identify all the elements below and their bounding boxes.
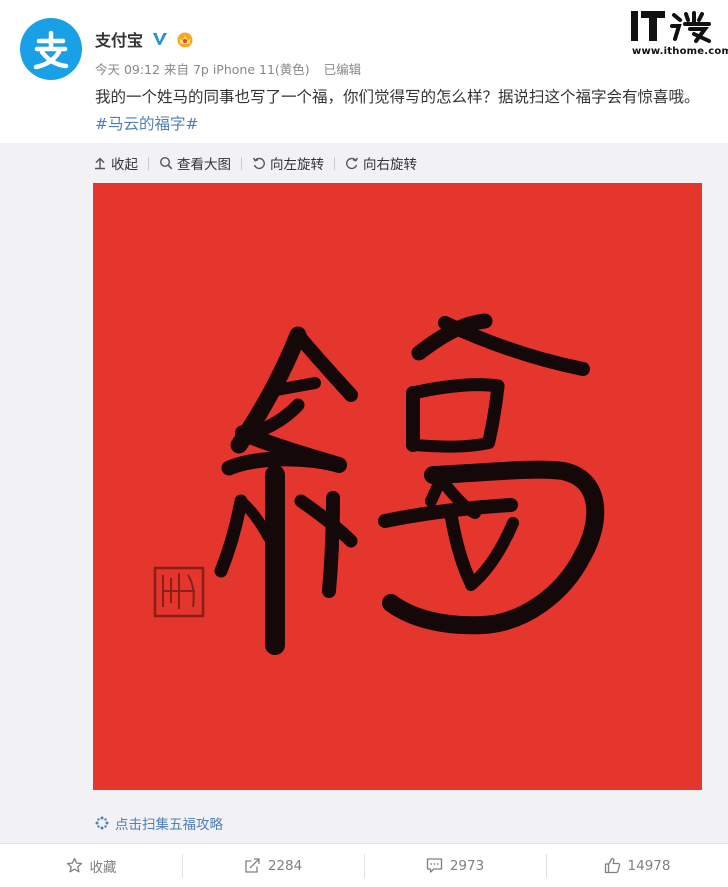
favorite-label: 收藏 xyxy=(89,859,117,876)
avatar[interactable] xyxy=(20,18,82,80)
action-bar: 收藏 2284 2973 14978 xyxy=(0,843,728,887)
fu-guide-label: 点击扫集五福攻略 xyxy=(115,817,223,833)
rotate-right-button[interactable]: 向右旋转 xyxy=(345,153,417,173)
rotate-right-label: 向右旋转 xyxy=(363,157,417,173)
share-button[interactable]: 2284 xyxy=(182,844,364,887)
like-count: 14978 xyxy=(627,857,671,874)
hashtag-link[interactable]: #马云的福字# xyxy=(95,115,198,133)
toolbar-divider xyxy=(241,156,242,170)
rotate-left-label: 向左旋转 xyxy=(270,157,324,173)
rotate-left-icon xyxy=(252,157,265,170)
share-icon xyxy=(245,858,260,873)
collapse-button[interactable]: 收起 xyxy=(93,153,138,173)
toolbar-divider xyxy=(148,156,149,170)
toolbar-divider xyxy=(334,156,335,170)
author-name[interactable]: 支付宝 xyxy=(95,27,143,51)
vip-crown-icon[interactable] xyxy=(175,30,195,48)
seal-stamp-icon xyxy=(153,566,205,618)
zoom-icon xyxy=(159,156,173,170)
comment-icon xyxy=(426,858,442,873)
comment-count: 2973 xyxy=(449,857,485,874)
collapse-icon xyxy=(95,157,105,170)
star-icon xyxy=(66,857,82,873)
author-row: 支付宝 xyxy=(95,27,195,51)
fu-calligraphy-image[interactable] xyxy=(93,183,702,790)
edited-label[interactable]: 已编辑 xyxy=(324,62,362,77)
like-button[interactable]: 14978 xyxy=(546,844,728,887)
verified-v-icon xyxy=(153,33,168,45)
rotate-right-icon xyxy=(346,157,359,170)
post-body: 我的一个姓马的同事也写了一个福，你们觉得写的怎么样？据说扫这个福字会有惊喜哦。 xyxy=(95,88,700,106)
ithome-logo-icon xyxy=(631,11,711,43)
ithome-watermark: www.ithome.com xyxy=(630,8,728,60)
post-text: 我的一个姓马的同事也写了一个福，你们觉得写的怎么样？据说扫这个福字会有惊喜哦。 #… xyxy=(95,84,705,138)
fu-calligraphy-icon xyxy=(153,313,605,655)
fu-guide-link[interactable]: 点击扫集五福攻略 xyxy=(95,814,223,833)
sparkle-icon xyxy=(95,816,109,830)
collapse-label: 收起 xyxy=(111,157,138,173)
post-source: 来自 7p iPhone 11(黄色) xyxy=(163,62,310,77)
media-box: 收起 查看大图 向左旋转 向右旋转 点击扫集五福攻略 xyxy=(0,143,728,843)
like-icon xyxy=(604,857,620,874)
share-count: 2284 xyxy=(267,857,303,874)
view-large-button[interactable]: 查看大图 xyxy=(159,153,231,173)
post-meta: 今天 09:12 来自 7p iPhone 11(黄色) 已编辑 xyxy=(95,59,361,78)
watermark-site: www.ithome.com xyxy=(632,46,728,57)
favorite-button[interactable]: 收藏 xyxy=(0,844,182,887)
media-toolbar: 收起 查看大图 向左旋转 向右旋转 xyxy=(93,153,417,173)
comment-button[interactable]: 2973 xyxy=(364,844,546,887)
rotate-left-button[interactable]: 向左旋转 xyxy=(252,153,324,173)
alipay-logo-icon xyxy=(33,30,69,70)
view-large-label: 查看大图 xyxy=(177,157,231,173)
post-time[interactable]: 今天 09:12 xyxy=(95,62,160,77)
